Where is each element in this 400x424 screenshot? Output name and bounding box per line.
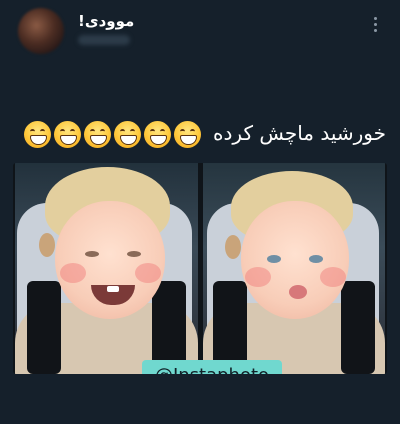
grinning-emoji-icon [143,121,171,148]
grinning-emoji-icon [83,121,111,148]
more-options-icon[interactable] [366,14,384,36]
cheek-right-b [320,267,346,287]
author-avatar[interactable] [18,8,64,54]
post-caption: خورشید ماچش کرده [213,121,386,145]
teeth [107,286,119,292]
strap-left-1 [27,281,61,374]
eye-left-b [127,251,141,257]
mouth-pout [289,285,307,299]
hair-clip-right [225,235,241,259]
eye-right-a [267,255,281,263]
eye-left-a [85,251,99,257]
strap-right-2 [341,281,375,374]
grinning-emoji-icon [113,121,141,148]
emoji-row [23,121,201,148]
cheek-right-a [245,267,271,287]
face-right [241,201,349,319]
post-media[interactable]: @Instaphoto [13,163,387,374]
grinning-emoji-icon [53,121,81,148]
post-text: خورشید ماچش کرده [23,121,386,148]
watermark: @Instaphoto [142,360,282,374]
baby-photo-left[interactable] [15,163,198,374]
grinning-emoji-icon [23,121,51,148]
author-handle-blurred [78,35,130,45]
cheek-left-b [135,263,161,283]
grinning-emoji-icon [173,121,201,148]
baby-photo-right[interactable] [203,163,385,374]
hair-clip-left [39,233,55,257]
cheek-left-a [60,263,86,283]
author-name[interactable]: موودی! [78,12,134,30]
post-header: موودی! [0,0,400,60]
eye-right-b [309,255,323,263]
